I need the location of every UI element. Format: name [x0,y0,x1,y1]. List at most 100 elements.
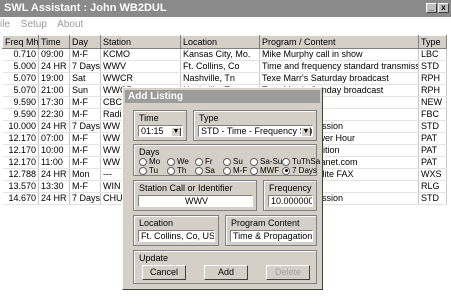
table-cell: Texe Marr's Saturday broadcast [259,72,419,85]
day-radio-su[interactable]: Su [223,157,243,166]
day-radio-label: M-F [233,166,248,175]
time-select[interactable]: 01:15 ▼ [138,125,183,137]
dialog-title: Add Listing [125,90,320,103]
table-row[interactable]: 0.710 09:00 M-F KCMO Kansas City, Mo. Mike Mu… [2,48,447,61]
program-group: Program Content Time & Propagation Info [225,215,317,246]
day-radio-7-days[interactable]: 7 Days [282,166,317,175]
table-row[interactable]: 5.070 19:00 Sat WWCR Nashville, Tn Texe Marr'… [2,72,447,85]
table-cell: STD [418,192,447,205]
cancel-button[interactable]: Cancel [142,265,186,280]
day-radio-th[interactable]: Th [167,166,186,175]
table-cell: NEW [418,96,447,109]
table-cell: 21:00 [38,84,70,97]
day-radio-m-f[interactable]: M-F [223,166,247,175]
table-cell: M-F [69,132,101,145]
menu-file[interactable]: ile [0,19,10,30]
table-cell: KCMO [100,48,181,61]
table-cell: 22:30 [38,108,70,121]
close-button[interactable]: x [438,3,449,13]
table-cell: Ft. Collins, Co [180,60,260,73]
table-cell: 10.000 [2,120,39,133]
delete-button[interactable]: Delete [266,265,310,280]
table-cell: Mon [69,168,101,181]
day-radio-label: TuThSa [292,157,321,166]
window-title: SWL Assistant : John WB2DUL [4,2,167,14]
radio-icon[interactable] [195,166,203,175]
table-cell: 7 Days [69,120,101,133]
chevron-down-icon[interactable]: ▼ [171,127,181,136]
table-cell: 7 Days [69,60,101,73]
chevron-down-icon[interactable]: ▼ [301,127,311,136]
radio-icon[interactable] [139,166,147,175]
table-cell: M-F [69,108,101,121]
radio-icon[interactable] [223,166,231,175]
table-row[interactable]: 5.000 24 HR 7 Days WWV Ft. Collins, Co Time a… [2,60,447,73]
table-cell: 19:00 [38,72,70,85]
program-field[interactable]: Time & Propagation Info [230,230,313,242]
table-cell: 9.590 [2,96,39,109]
time-value: 01:15 [141,126,164,136]
day-radio-we[interactable]: We [167,157,189,166]
table-cell: M-F [69,144,101,157]
type-label: Type [199,113,219,123]
day-radio-fr[interactable]: Fr [195,157,213,166]
day-radio-mo[interactable]: Mo [139,157,160,166]
radio-icon[interactable] [282,166,290,175]
day-radio-sa[interactable]: Sa [195,166,215,175]
table-cell: Sun [69,84,101,97]
table-cell: 24 HR [38,120,70,133]
minimize-button[interactable]: _ [426,3,437,13]
day-radio-label: Fr [205,157,213,166]
table-cell: WXS [418,168,447,181]
radio-icon[interactable] [250,166,258,175]
col-location-header[interactable]: Location [180,35,260,49]
location-group: Location Ft. Collins, Co, USA [133,215,219,246]
col-type-header[interactable]: Type [418,35,447,49]
table-cell: M-F [69,96,101,109]
time-group: Time 01:15 ▼ [133,110,187,141]
day-radio-label: Sa [205,166,215,175]
col-program-header[interactable]: Program / Content [259,35,419,49]
table-cell: 7 Days [69,192,101,205]
col-station-header[interactable]: Station [100,35,181,49]
menu-setup[interactable]: Setup [21,19,47,30]
type-select[interactable]: STD - Time - Frequency Standar ▼ [198,125,313,137]
table-cell: 24 HR [38,192,70,205]
radio-icon[interactable] [167,166,175,175]
col-day-header[interactable]: Day [69,35,101,49]
table-cell: 24 HR [38,168,70,181]
radio-icon[interactable] [282,157,290,166]
day-radio-sa-su[interactable]: Sa-Su [250,157,282,166]
day-radio-mwf[interactable]: MWF [250,166,279,175]
col-freq-header[interactable]: Freq Mhz [2,35,39,49]
radio-icon[interactable] [139,157,147,166]
day-radio-label: Th [177,166,187,175]
frequency-group: Frequency 10.00000000 [263,180,317,211]
table-cell: RPH [418,72,447,85]
table-cell: FBC [418,108,447,121]
station-group: Station Call or Identifier WWV [133,180,257,211]
table-cell: WWV [100,60,181,73]
table-cell: PAT [418,132,447,145]
day-radio-label: Tu [149,166,159,175]
station-label: Station Call or Identifier [139,183,233,193]
table-cell: M-F [69,48,101,61]
table-cell: Nashville, Tn [180,72,260,85]
day-radio-label: Sa-Su [260,157,283,166]
day-radio-label: Su [233,157,243,166]
menu-about[interactable]: About [57,19,83,30]
location-field[interactable]: Ft. Collins, Co, USA [138,230,215,242]
frequency-field[interactable]: 10.00000000 [268,195,313,207]
radio-icon[interactable] [250,157,258,166]
radio-icon[interactable] [223,157,231,166]
table-cell: WWCR [100,72,181,85]
day-radio-tu[interactable]: Tu [139,166,158,175]
day-radio-tuthsa[interactable]: TuThSa [282,157,320,166]
radio-icon[interactable] [167,157,175,166]
station-field[interactable]: WWV [138,195,253,207]
add-button[interactable]: Add [204,265,248,280]
radio-icon[interactable] [195,157,203,166]
day-radio-label: We [177,157,189,166]
col-time-header[interactable]: Time [38,35,70,49]
table-cell: 12.170 [2,156,39,169]
